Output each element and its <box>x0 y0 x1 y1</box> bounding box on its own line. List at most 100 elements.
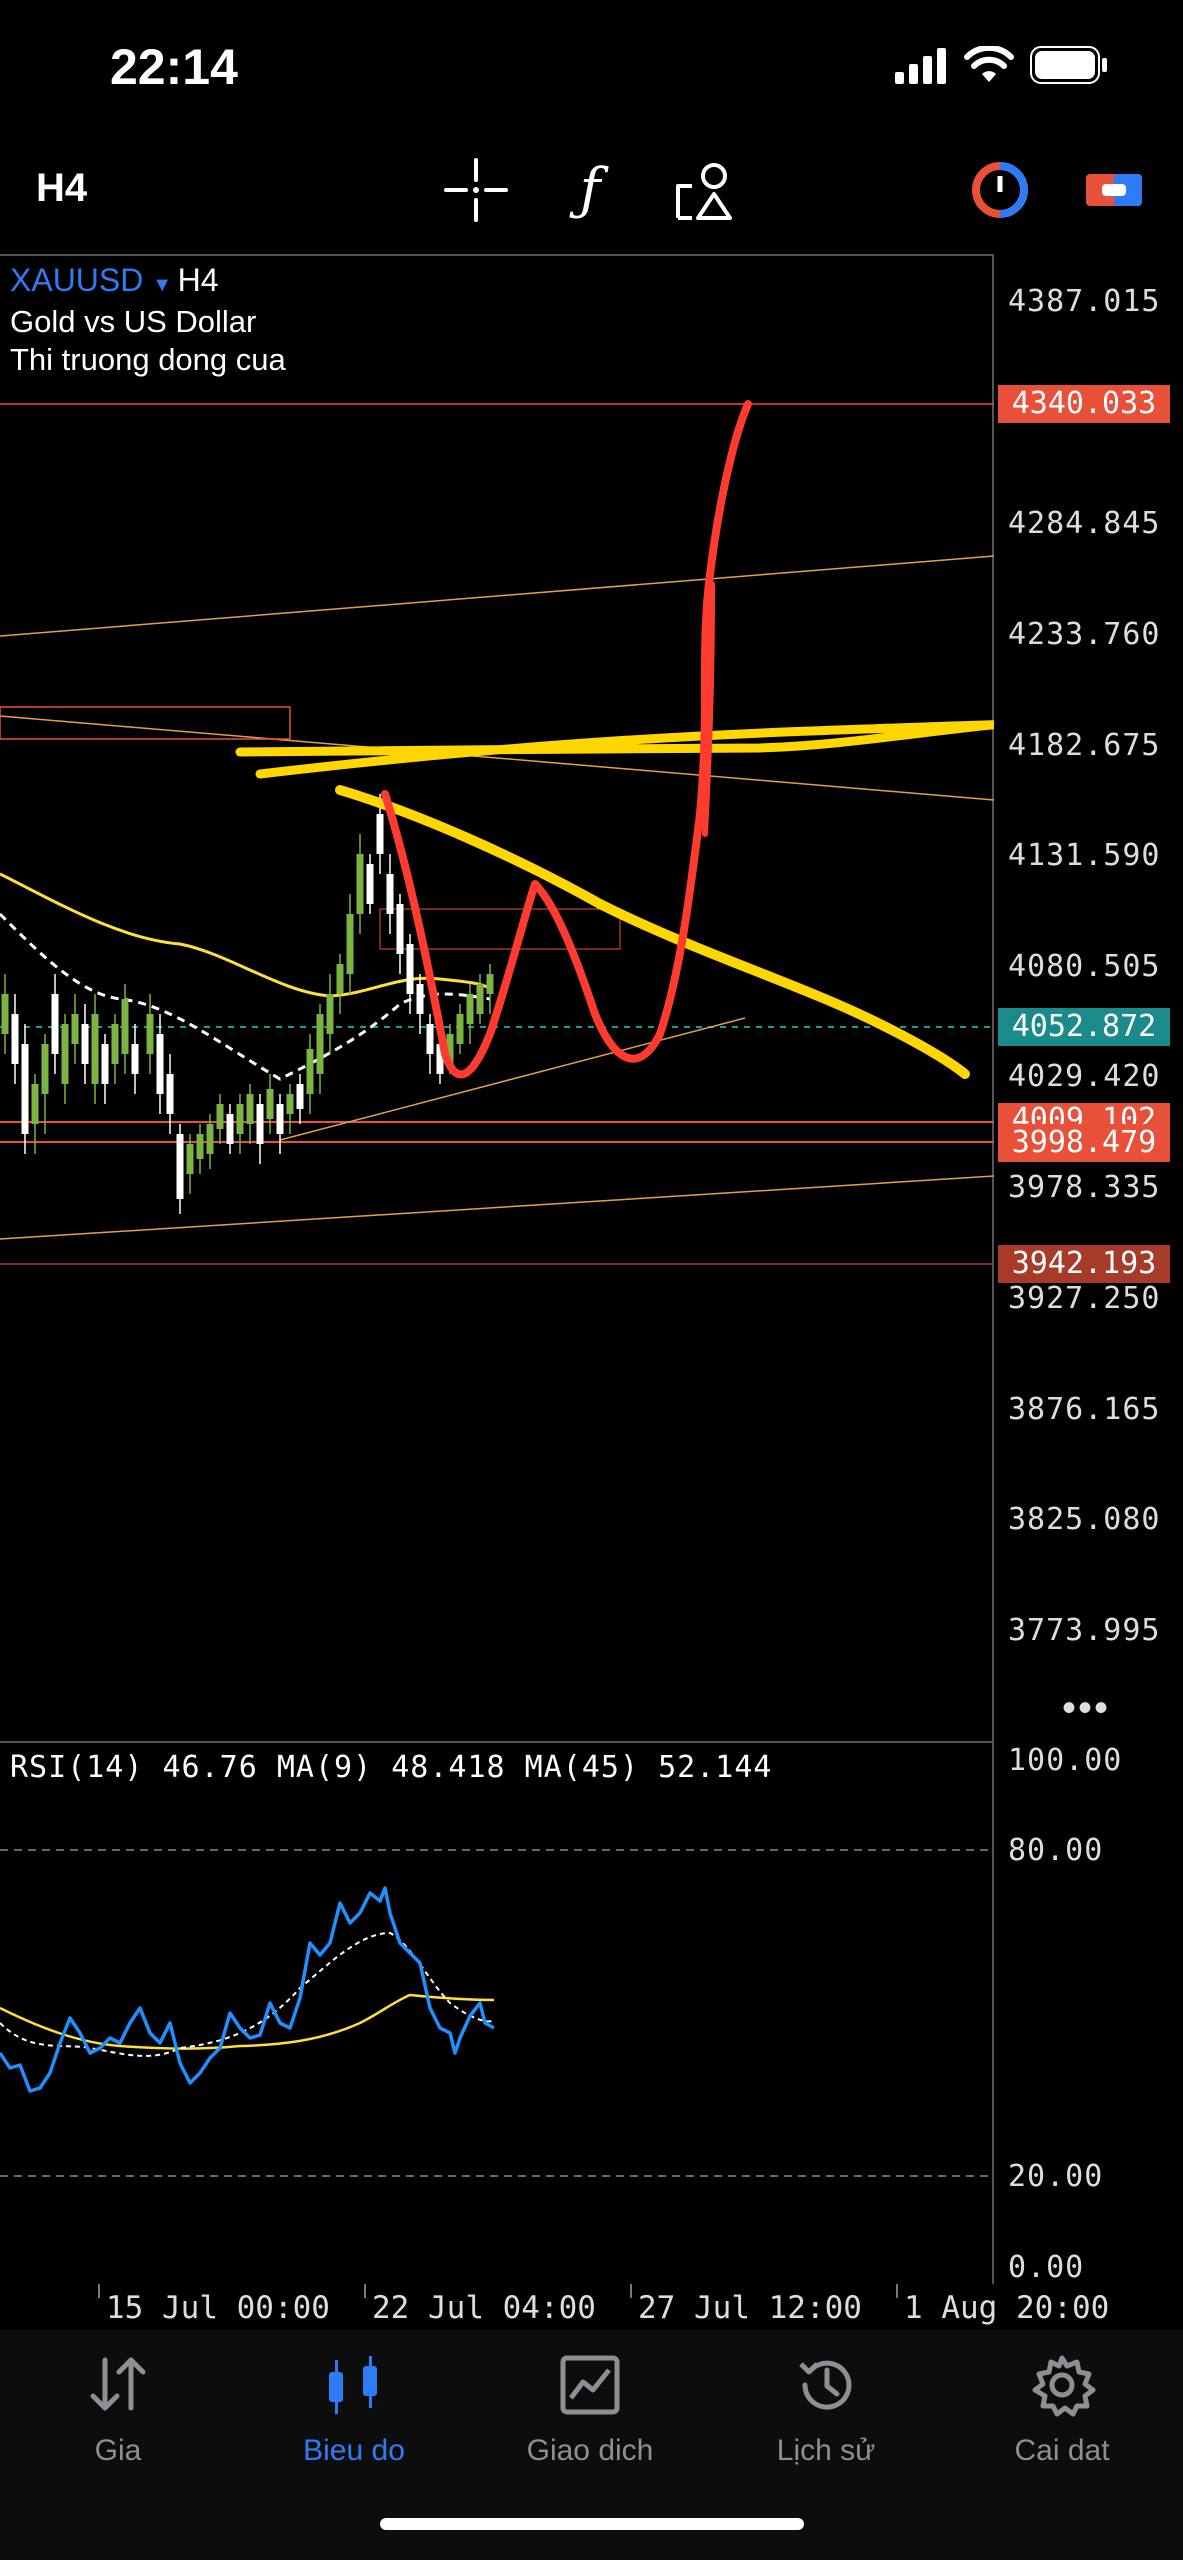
price-axis-label: 4080.505 <box>1008 949 1161 984</box>
candle-body <box>476 984 484 1014</box>
timeframe-button[interactable]: H4 <box>36 166 87 211</box>
trendline-upper <box>0 555 994 637</box>
time-tick <box>896 2284 898 2298</box>
price-axis-label: 3927.250 <box>1008 1281 1161 1316</box>
nav-label: Bieu do <box>303 2434 405 2467</box>
candle-body <box>306 1049 314 1094</box>
symbol-timeframe: H4 <box>177 262 219 298</box>
candle-body <box>176 1134 184 1199</box>
ma-yellow <box>0 872 492 998</box>
time-label: 27 Jul 12:00 <box>638 2290 862 2326</box>
time-tick <box>98 2284 100 2298</box>
candle-body <box>346 914 354 974</box>
price-axis-label: 4029.420 <box>1008 1059 1161 1094</box>
candle-body <box>81 1024 89 1064</box>
rsi-axis-80: 80.00 <box>1008 1833 1104 1868</box>
candle-body <box>11 1014 19 1064</box>
candle-body <box>296 1084 304 1109</box>
crosshair-icon[interactable] <box>438 152 514 228</box>
candle-body <box>256 1104 264 1144</box>
candle-body <box>236 1104 244 1134</box>
candle-body <box>326 994 334 1034</box>
candle-body <box>1 994 9 1034</box>
status-time: 22:14 <box>110 39 238 95</box>
candle-body <box>121 999 129 1054</box>
nav-label: Cai dat <box>1014 2434 1110 2467</box>
price-marker-3942: 3942.193 <box>998 1245 1170 1283</box>
nav-label: Giao dich <box>526 2434 654 2467</box>
time-tick <box>364 2284 366 2298</box>
symbol-name[interactable]: XAUUSD <box>10 262 143 298</box>
price-marker-4340: 4340.033 <box>998 385 1170 423</box>
time-tick <box>630 2284 632 2298</box>
trendline-lower <box>0 1175 994 1240</box>
candle-body <box>101 1044 109 1084</box>
candle-body <box>41 1044 49 1094</box>
symbol-description: Gold vs US Dollar <box>10 304 257 339</box>
more-options-button[interactable]: ••• <box>1062 1686 1110 1731</box>
signal-icon <box>895 48 946 84</box>
candle-body <box>376 814 384 854</box>
candle-body <box>246 1094 254 1124</box>
candle-body <box>386 874 394 914</box>
candle-body <box>416 984 424 1014</box>
nav-item-history[interactable]: Lịch sử <box>726 2350 926 2468</box>
nav-item-trade[interactable]: Giao dich <box>490 2350 690 2468</box>
time-label: 15 Jul 00:00 <box>106 2290 330 2326</box>
candle-body <box>356 854 364 914</box>
candle-body <box>146 1014 154 1054</box>
battery-icon <box>1030 46 1107 84</box>
candle-body <box>276 1104 284 1134</box>
symbol-header[interactable]: XAUUSD ▼ H4 <box>10 262 219 299</box>
trade-chart-icon <box>560 2355 620 2415</box>
history-clock-icon <box>799 2360 852 2410</box>
candle-body <box>456 1014 464 1044</box>
candle-body <box>396 904 404 954</box>
price-axis-label: 3773.995 <box>1008 1613 1161 1648</box>
wifi-icon <box>964 46 1014 82</box>
candle-body <box>51 994 59 1054</box>
nav-label: Gia <box>94 2434 142 2467</box>
rsi-axis-0: 0.00 <box>1008 2250 1085 2285</box>
indicators-icon[interactable]: ƒ <box>552 152 628 228</box>
one-click-trading-icon[interactable] <box>962 152 1038 228</box>
symbol-dropdown-icon[interactable]: ▼ <box>152 274 177 296</box>
drawing-objects-icon[interactable] <box>668 152 744 228</box>
candle-body <box>466 994 474 1024</box>
candlestick-chart-icon <box>329 2356 377 2414</box>
nav-item-quotes[interactable]: Gia <box>18 2350 218 2468</box>
candle-body <box>216 1104 224 1129</box>
candle-body <box>186 1144 194 1174</box>
market-status: Thi truong dong cua <box>10 342 286 377</box>
zone-rect <box>0 706 291 740</box>
price-axis-label: 4284.845 <box>1008 506 1161 541</box>
candle-body <box>31 1084 39 1124</box>
price-axis-label: 3978.335 <box>1008 1170 1161 1205</box>
candle-body <box>166 1074 174 1114</box>
candle-body <box>426 1024 434 1054</box>
candle-body <box>196 1134 204 1159</box>
time-label: 22 Jul 04:00 <box>372 2290 596 2326</box>
price-axis-label: 4131.590 <box>1008 838 1161 873</box>
candle-body <box>266 1089 274 1119</box>
candle-body <box>486 974 494 994</box>
rsi-canvas[interactable] <box>0 1743 994 2283</box>
nav-item-chart[interactable]: Bieu do <box>254 2350 454 2468</box>
candle-body <box>206 1124 214 1154</box>
rsi-line <box>0 1886 495 2093</box>
candle-body <box>336 964 344 994</box>
drawing-yellow-descending <box>335 785 970 1079</box>
candle-body <box>406 944 414 994</box>
chart-layout-icon[interactable] <box>1076 152 1152 228</box>
time-label: 1 Aug 20:00 <box>904 2290 1110 2326</box>
price-marker-3998: 3998.479 <box>998 1124 1170 1162</box>
candle-body <box>91 1014 99 1084</box>
settings-gear-icon <box>1032 2355 1096 2417</box>
nav-item-settings[interactable]: Cai dat <box>962 2350 1162 2468</box>
rsi-axis-20: 20.00 <box>1008 2159 1104 2194</box>
candle-body <box>316 1014 324 1074</box>
candle-body <box>71 1014 79 1044</box>
candle-body <box>61 1024 69 1084</box>
quotes-arrows-icon <box>90 2357 146 2411</box>
price-axis-label: 3825.080 <box>1008 1502 1161 1537</box>
